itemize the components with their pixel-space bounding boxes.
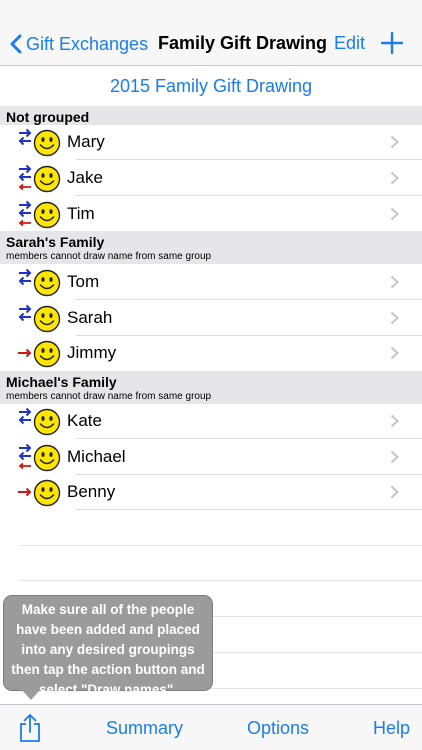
chevron-right-icon	[390, 275, 399, 289]
draw-direction-icon	[18, 407, 32, 425]
smiley-face-icon	[33, 479, 61, 507]
member-name: Tom	[67, 272, 100, 291]
chevron-right-icon	[390, 311, 399, 325]
draw-direction-icon	[18, 200, 32, 227]
chevron-right-icon	[390, 485, 399, 499]
draw-direction-icon	[18, 348, 32, 358]
group-title: Michael's Family	[6, 374, 117, 390]
draw-direction-icon	[18, 487, 32, 497]
chevron-right-icon	[390, 135, 399, 149]
help-button[interactable]: Help	[373, 718, 410, 739]
summary-button[interactable]: Summary	[106, 718, 183, 739]
edit-button[interactable]: Edit	[334, 33, 365, 54]
member-name: Jimmy	[67, 343, 117, 362]
smiley-face-icon	[33, 129, 61, 157]
group-header-not-grouped: Not grouped	[0, 106, 422, 125]
smiley-face-icon	[33, 201, 61, 229]
tooltip-pointer	[22, 690, 40, 700]
chevron-right-icon	[390, 346, 399, 360]
member-name: Jake	[67, 168, 103, 187]
chevron-right-icon	[390, 207, 399, 221]
draw-direction-icon	[18, 443, 32, 470]
smiley-face-icon	[33, 165, 61, 193]
back-button[interactable]: Gift Exchanges	[10, 30, 148, 58]
member-name: Kate	[67, 411, 102, 430]
add-icon[interactable]	[381, 32, 403, 54]
member-name: Benny	[67, 482, 116, 501]
smiley-face-icon	[33, 269, 61, 297]
member-row[interactable]: Jake	[0, 160, 422, 196]
member-name: Sarah	[67, 308, 113, 327]
draw-direction-icon	[18, 304, 32, 322]
chevron-right-icon	[390, 450, 399, 464]
group-subtitle: members cannot draw name from same group	[6, 251, 212, 262]
smiley-face-icon	[33, 444, 61, 472]
member-row[interactable]: Tom	[0, 264, 422, 300]
member-row[interactable]: Michael	[0, 439, 422, 475]
smiley-face-icon	[33, 305, 61, 333]
options-button[interactable]: Options	[247, 718, 309, 739]
group-title: Not grouped	[6, 109, 90, 125]
empty-row-separator	[20, 580, 422, 581]
group-header-michaels-family: Michael's Family members cannot draw nam…	[0, 371, 422, 404]
member-name: Tim	[67, 204, 95, 223]
member-row[interactable]: Kate	[0, 403, 422, 439]
group-title: Sarah's Family	[6, 234, 105, 250]
draw-direction-icon	[18, 164, 32, 191]
bottom-toolbar: Summary Options Help	[0, 704, 422, 750]
navigation-bar: Gift Exchanges Family Gift Drawing Edit	[0, 0, 422, 66]
smiley-face-icon	[33, 408, 61, 436]
instruction-tooltip: Make sure all of the people have been ad…	[3, 595, 213, 697]
member-row[interactable]: Tim	[0, 196, 422, 232]
exchange-title-link[interactable]: 2015 Family Gift Drawing	[0, 66, 422, 106]
chevron-left-icon	[10, 34, 22, 54]
empty-row-separator	[20, 545, 422, 546]
chevron-right-icon	[390, 414, 399, 428]
page-title: Family Gift Drawing	[158, 33, 328, 53]
chevron-right-icon	[390, 171, 399, 185]
draw-direction-icon	[18, 268, 32, 286]
share-action-icon[interactable]	[18, 713, 42, 743]
draw-direction-icon	[18, 128, 32, 146]
group-subtitle: members cannot draw name from same group	[6, 391, 212, 402]
member-row[interactable]: Mary	[0, 124, 422, 160]
group-header-sarahs-family: Sarah's Family members cannot draw name …	[0, 231, 422, 264]
member-row[interactable]: Benny	[0, 474, 422, 510]
smiley-face-icon	[33, 340, 61, 368]
member-name: Mary	[67, 132, 105, 151]
back-button-label: Gift Exchanges	[26, 33, 149, 54]
member-row[interactable]: Jimmy	[0, 335, 422, 371]
member-name: Michael	[67, 447, 126, 466]
member-row[interactable]: Sarah	[0, 300, 422, 336]
